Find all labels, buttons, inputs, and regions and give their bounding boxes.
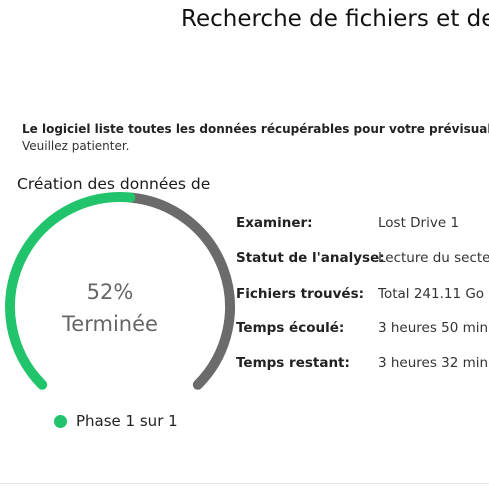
progress-percent: 52% [86, 280, 134, 304]
info-value-files-found: Total 241.11 Go c [378, 286, 489, 302]
scan-description: Le logiciel liste toutes les données réc… [22, 122, 489, 136]
scan-progress-page: Recherche de fichiers et de d Le logicie… [0, 0, 489, 487]
wait-message: Veuillez patienter. [22, 139, 130, 153]
phase-label: Phase 1 sur 1 [76, 412, 178, 430]
info-label-scan-status: Statut de l'analyse: [236, 250, 385, 266]
info-label-files-found: Fichiers trouvés: [236, 286, 365, 302]
info-label-examiner: Examiner: [236, 215, 313, 231]
info-value-time-elapsed: 3 heures 50 minu [378, 320, 489, 336]
info-value-time-remaining: 3 heures 32 minu [378, 355, 489, 371]
info-value-examiner: Lost Drive 1 [378, 215, 460, 231]
page-title: Recherche de fichiers et de d [181, 6, 489, 32]
info-label-time-elapsed: Temps écoulé: [236, 320, 345, 336]
info-label-time-remaining: Temps restant: [236, 355, 350, 371]
info-value-scan-status: Lecture du secteu [378, 250, 489, 266]
bottom-divider [0, 483, 489, 484]
phase-indicator: Phase 1 sur 1 [54, 412, 178, 430]
progress-status: Terminée [62, 312, 158, 336]
phase-dot-icon [54, 414, 67, 428]
